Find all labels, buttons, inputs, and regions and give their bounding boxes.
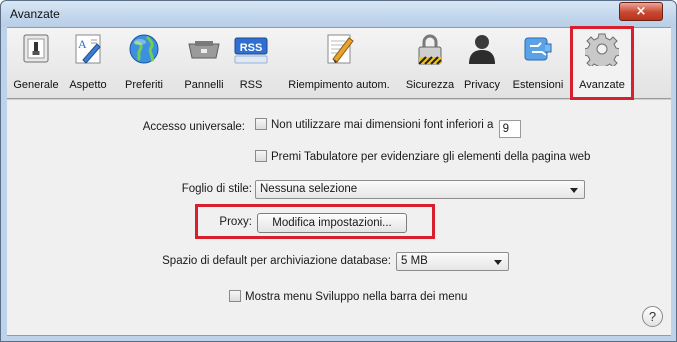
min-font-row: Non utilizzare mai dimensioni font infer… <box>255 118 521 138</box>
develop-menu-checkbox[interactable] <box>229 290 241 302</box>
tab-rss[interactable]: RSS RSS <box>233 31 269 95</box>
develop-menu-label: Mostra menu Sviluppo nella barra dei men… <box>245 291 468 303</box>
switch-icon <box>23 34 49 63</box>
tab-riempimento-autom[interactable]: Riempimento autom. <box>277 31 401 95</box>
database-storage-value: 5 MB <box>401 255 428 267</box>
tab-avanzate[interactable]: Avanzate <box>570 26 634 100</box>
universal-access-label: Accesso universale: <box>142 121 245 133</box>
tab-label: Avanzate <box>579 79 625 91</box>
proxy-label: Proxy: <box>219 216 252 228</box>
tab-label: Pannelli <box>184 79 224 91</box>
tab-estensioni[interactable]: Estensioni <box>509 31 567 95</box>
tab-label: Preferiti <box>125 79 163 91</box>
tab-highlight-checkbox[interactable] <box>255 150 267 162</box>
lock-icon <box>418 34 442 65</box>
tab-privacy[interactable]: Privacy <box>459 31 505 95</box>
tab-label: Riempimento autom. <box>288 79 390 91</box>
edit-proxy-settings-button[interactable]: Modifica impostazioni... <box>257 213 407 233</box>
gear-icon <box>585 33 619 66</box>
extension-puzzle-icon <box>524 37 552 61</box>
tabs-panel-icon <box>188 41 220 59</box>
advanced-settings-panel: Accesso universale: Non utilizzare mai d… <box>7 100 671 336</box>
title-bar[interactable]: Avanzate × <box>1 1 676 27</box>
tab-label: Aspetto <box>69 79 107 91</box>
help-button[interactable]: ? <box>642 306 663 327</box>
database-storage-label: Spazio di default per archiviazione data… <box>162 255 391 267</box>
develop-menu-row: Mostra menu Sviluppo nella barra dei men… <box>229 290 467 303</box>
svg-text:RSS: RSS <box>240 42 263 54</box>
tab-label: RSS <box>239 79 263 91</box>
stylesheet-select[interactable]: Nessuna selezione <box>255 180 585 199</box>
window-title: Avanzate <box>10 7 60 21</box>
tab-aspetto[interactable]: A Aspetto <box>63 31 113 95</box>
min-font-checkbox[interactable] <box>255 118 267 130</box>
person-silhouette-icon <box>469 35 495 64</box>
tab-preferiti[interactable]: Preferiti <box>117 31 171 95</box>
tab-generale[interactable]: Generale <box>11 31 61 95</box>
close-button[interactable]: × <box>619 2 663 21</box>
tab-pannelli[interactable]: Pannelli <box>177 31 231 95</box>
tab-highlight-label: Premi Tabulatore per evidenziare gli ele… <box>271 151 591 163</box>
globe-icon <box>129 34 159 64</box>
min-font-size-field[interactable]: 9 <box>498 120 521 138</box>
rss-icon: RSS <box>234 37 268 64</box>
stylesheet-value: Nessuna selezione <box>260 183 358 195</box>
tab-label: Privacy <box>463 79 501 91</box>
font-appearance-icon: A <box>75 34 101 64</box>
chevron-down-icon <box>494 260 502 265</box>
svg-text:A: A <box>78 37 87 51</box>
tab-sicurezza[interactable]: Sicurezza <box>403 31 457 95</box>
tab-label: Generale <box>13 79 59 91</box>
min-font-label: Non utilizzare mai dimensioni font infer… <box>271 119 494 131</box>
database-storage-select[interactable]: 5 MB <box>396 252 509 271</box>
pencil-document-icon <box>327 34 354 64</box>
tab-highlight-row: Premi Tabulatore per evidenziare gli ele… <box>255 150 590 163</box>
chevron-down-icon <box>570 188 578 193</box>
stylesheet-label: Foglio di stile: <box>181 183 252 195</box>
tab-label: Sicurezza <box>405 79 455 91</box>
tab-label: Estensioni <box>512 79 564 91</box>
preferences-toolbar: Generale A Aspetto Preferiti Pannelli RS… <box>7 26 671 100</box>
preferences-window: Avanzate × Generale A Aspetto Preferiti … <box>0 0 677 342</box>
